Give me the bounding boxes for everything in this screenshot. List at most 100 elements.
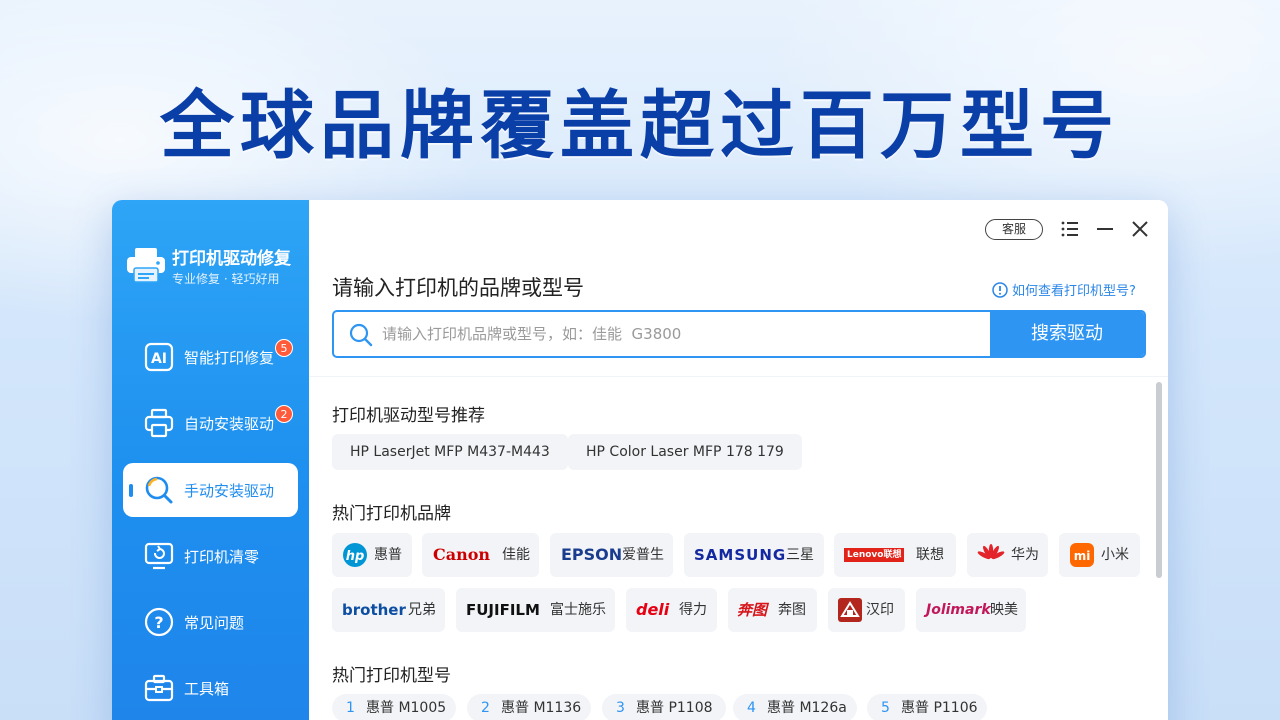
model-chip[interactable]: 3 惠普 P1108 xyxy=(602,694,726,720)
brand-name: 佳能 xyxy=(502,547,530,563)
xiaomi-logo-icon: mi xyxy=(1070,543,1094,567)
brand-chip-pantum[interactable]: 奔图 奔图 xyxy=(728,588,817,632)
nav-auto-install[interactable]: 自动安装驱动 2 xyxy=(123,396,298,450)
lenovo-logo: Lenovo联想 xyxy=(844,548,905,562)
nav-smart-repair[interactable]: AI 智能打印修复 5 xyxy=(123,330,298,384)
nav-toolbox[interactable]: 工具箱 xyxy=(123,661,298,715)
nav-label: 打印机清零 xyxy=(184,548,260,566)
brand-chip-hprt[interactable]: 汉印 xyxy=(828,588,905,632)
hp-logo-icon: hp xyxy=(343,543,367,567)
brand-name: 汉印 xyxy=(866,602,894,618)
search-icon xyxy=(145,476,173,504)
model-name: 惠普 M1005 xyxy=(366,700,447,716)
notification-badge: 2 xyxy=(275,405,293,423)
model-name: 惠普 M1136 xyxy=(501,700,582,716)
fujifilm-logo: FUJIFILM xyxy=(466,601,540,619)
model-name: 惠普 P1106 xyxy=(901,700,978,716)
app-window: 打印机驱动修复 专业修复 · 轻巧好用 AI 智能打印修复 5 自动安装驱动 2 xyxy=(112,200,1168,720)
printer-logo-icon xyxy=(127,248,165,283)
app-subtitle: 专业修复 · 轻巧好用 xyxy=(172,272,280,286)
model-chip[interactable]: 1 惠普 M1005 xyxy=(332,694,456,720)
info-icon xyxy=(992,282,1008,298)
brand-chip-hp[interactable]: hp 惠普 xyxy=(332,533,412,577)
brand-name: 兄弟 xyxy=(408,602,436,618)
model-rank: 4 xyxy=(747,700,756,716)
app-brand: 打印机驱动修复 专业修复 · 轻巧好用 xyxy=(126,244,306,290)
recommend-chip[interactable]: HP Color Laser MFP 178 179 xyxy=(568,434,802,470)
search-area: 客服 请输入打印机的品牌或型号 如何查看打印机型号? 请输入打印机品牌或型号，如… xyxy=(309,200,1168,376)
nav-label: 智能打印修复 xyxy=(184,349,275,367)
brother-logo: brother xyxy=(342,601,406,619)
search-input[interactable] xyxy=(382,312,982,356)
models-title: 热门打印机型号 xyxy=(332,666,451,686)
brand-chip-brother[interactable]: brother 兄弟 xyxy=(332,588,445,632)
brand-name: 映美 xyxy=(990,602,1018,618)
reset-monitor-icon xyxy=(144,542,174,570)
svg-text:hp: hp xyxy=(346,549,365,564)
model-name: 惠普 M126a xyxy=(767,700,847,716)
brand-name: 富士施乐 xyxy=(550,602,606,618)
nav-label: 手动安装驱动 xyxy=(184,482,275,500)
brand-name: 联想 xyxy=(916,547,944,563)
model-rank: 5 xyxy=(881,700,890,716)
model-rank: 3 xyxy=(616,700,625,716)
toolbox-icon xyxy=(144,674,174,702)
svg-text:AI: AI xyxy=(151,351,167,367)
nav-manual-install[interactable]: 手动安装驱动 xyxy=(123,463,298,517)
help-link-text: 如何查看打印机型号? xyxy=(1012,284,1136,299)
recommend-chip[interactable]: HP LaserJet MFP M437-M443 xyxy=(332,434,568,470)
brand-name: 惠普 xyxy=(374,547,402,563)
model-rank: 2 xyxy=(481,700,490,716)
brand-chip-samsung[interactable]: SAMSUNG 三星 xyxy=(684,533,824,577)
brand-chip-deli[interactable]: deli 得力 xyxy=(626,588,717,632)
brand-chip-canon[interactable]: Canon 佳能 xyxy=(422,533,539,577)
minimize-icon[interactable] xyxy=(1094,218,1116,240)
main-panel: 客服 请输入打印机的品牌或型号 如何查看打印机型号? 请输入打印机品牌或型号，如… xyxy=(309,200,1168,720)
nav-label: 常见问题 xyxy=(184,614,245,632)
brand-name: 小米 xyxy=(1101,547,1129,563)
brand-name: 爱普生 xyxy=(622,547,664,563)
sidebar: 打印机驱动修复 专业修复 · 轻巧好用 AI 智能打印修复 5 自动安装驱动 2 xyxy=(112,200,309,720)
search-icon xyxy=(349,323,373,347)
menu-icon[interactable] xyxy=(1059,218,1081,240)
active-indicator xyxy=(129,484,133,497)
svg-text:mi: mi xyxy=(1074,549,1091,563)
brand-chip-jolimark[interactable]: Jolimark 映美 xyxy=(916,588,1026,632)
brand-name: 得力 xyxy=(679,602,707,618)
epson-logo: EPSON xyxy=(561,545,623,564)
brand-chip-xiaomi[interactable]: mi 小米 xyxy=(1059,533,1140,577)
brand-chip-fujifilm[interactable]: FUJIFILM 富士施乐 xyxy=(456,588,615,632)
pantum-logo: 奔图 xyxy=(737,601,768,619)
model-name: 惠普 P1108 xyxy=(636,700,713,716)
scrollbar[interactable] xyxy=(1156,382,1162,578)
close-icon[interactable] xyxy=(1129,218,1151,240)
brand-chip-epson[interactable]: EPSON 爱普生 xyxy=(550,533,673,577)
nav-label: 工具箱 xyxy=(184,680,230,698)
printer-icon xyxy=(144,408,174,438)
app-title: 打印机驱动修复 xyxy=(172,249,291,269)
nav-label: 自动安装驱动 xyxy=(184,415,275,433)
search-driver-button[interactable]: 搜索驱动 xyxy=(990,312,1144,356)
ai-icon: AI xyxy=(144,342,174,372)
brand-chip-lenovo[interactable]: Lenovo联想 联想 xyxy=(834,533,956,577)
deli-logo: deli xyxy=(636,600,670,619)
svg-text:?: ? xyxy=(154,613,163,632)
nav-faq[interactable]: ? 常见问题 xyxy=(123,595,298,649)
model-rank: 1 xyxy=(346,700,355,716)
question-icon: ? xyxy=(144,607,174,637)
customer-service-button[interactable]: 客服 xyxy=(985,219,1043,240)
model-chip[interactable]: 5 惠普 P1106 xyxy=(867,694,987,720)
huawei-logo-icon xyxy=(977,544,1005,560)
model-chip[interactable]: 2 惠普 M1136 xyxy=(467,694,591,720)
canon-logo: Canon xyxy=(433,545,491,564)
brand-name: 华为 xyxy=(1011,547,1039,563)
recommend-title: 打印机驱动型号推荐 xyxy=(332,406,485,426)
hprt-logo-icon xyxy=(838,598,862,622)
search-prompt-title: 请输入打印机的品牌或型号 xyxy=(332,276,584,300)
brands-title: 热门打印机品牌 xyxy=(332,504,451,524)
brand-chip-huawei[interactable]: 华为 xyxy=(967,533,1048,577)
nav-printer-reset[interactable]: 打印机清零 xyxy=(123,529,298,583)
model-chip[interactable]: 4 惠普 M126a xyxy=(733,694,857,720)
help-link[interactable]: 如何查看打印机型号? xyxy=(992,280,1136,299)
brand-name: 奔图 xyxy=(778,602,806,618)
